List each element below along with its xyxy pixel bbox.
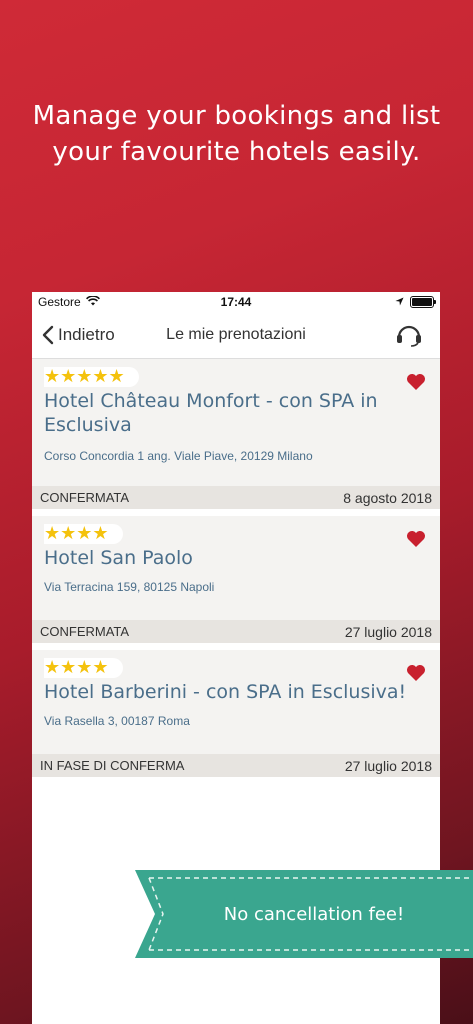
battery-icon <box>410 296 436 308</box>
booking-card[interactable]: ★★★★ Hotel San Paolo Via Terracina 159, … <box>32 516 440 643</box>
booking-card[interactable]: ★★★★ Hotel Barberini - con SPA in Esclus… <box>32 650 440 777</box>
stars: ★★★★ <box>44 523 109 544</box>
heart-icon[interactable] <box>406 373 426 395</box>
stars: ★★★★ <box>44 657 109 678</box>
hotel-name[interactable]: Hotel San Paolo <box>44 546 384 570</box>
booking-status: CONFERMATA <box>40 624 130 639</box>
no-cancellation-banner: No cancellation fee! <box>135 870 473 958</box>
star-rating: ★★★★★ <box>44 367 139 387</box>
promo-headline-line2: your favourite hotels easily. <box>52 137 421 167</box>
status-bar: Gestore 17:44 <box>32 292 440 312</box>
nav-bar: Indietro Le mie prenotazioni <box>32 312 440 359</box>
headset-icon[interactable] <box>396 325 422 352</box>
promo-headline: Manage your bookings and list your favou… <box>0 98 473 170</box>
page-title: Le mie prenotazioni <box>166 326 306 343</box>
hotel-name[interactable]: Hotel Château Monfort - con SPA in Esclu… <box>44 389 384 437</box>
booking-card[interactable]: ★★★★★ Hotel Château Monfort - con SPA in… <box>32 359 440 509</box>
booking-status: CONFERMATA <box>40 490 130 505</box>
booking-date: 27 luglio 2018 <box>344 623 432 640</box>
booking-status-bar: CONFERMATA 8 agosto 2018 <box>32 486 440 509</box>
booking-status: IN FASE DI CONFERMA <box>40 758 185 773</box>
booking-status-bar: IN FASE DI CONFERMA 27 luglio 2018 <box>32 754 440 777</box>
banner-text: No cancellation fee! <box>223 903 405 925</box>
heart-icon[interactable] <box>406 530 426 552</box>
star-rating: ★★★★ <box>44 658 123 678</box>
star-rating: ★★★★ <box>44 524 123 544</box>
hotel-address: Via Terracina 159, 80125 Napoli <box>44 580 215 594</box>
booking-date: 8 agosto 2018 <box>343 489 432 506</box>
stars: ★★★★★ <box>44 366 125 387</box>
divider <box>32 643 440 650</box>
hotel-address: Corso Concordia 1 ang. Viale Piave, 2012… <box>44 449 313 463</box>
heart-icon[interactable] <box>406 664 426 686</box>
divider <box>32 509 440 516</box>
booking-status-bar: CONFERMATA 27 luglio 2018 <box>32 620 440 643</box>
hotel-name[interactable]: Hotel Barberini - con SPA in Esclusiva! <box>44 680 414 704</box>
promo-headline-line1: Manage your bookings and list <box>32 101 441 131</box>
hotel-address: Via Rasella 3, 00187 Roma <box>44 714 190 728</box>
status-time: 17:44 <box>220 295 252 309</box>
booking-date: 27 luglio 2018 <box>344 757 432 774</box>
